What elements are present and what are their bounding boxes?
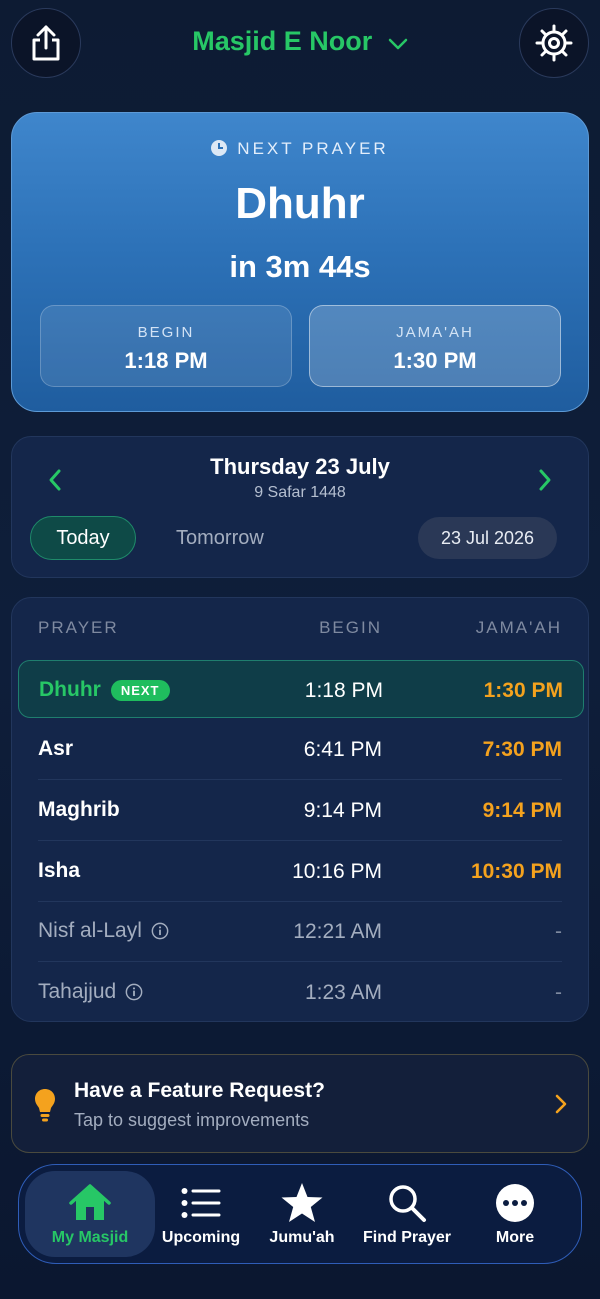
tab-label: Find Prayer: [362, 1229, 452, 1246]
masjid-name: Masjid E Noor: [192, 26, 373, 56]
feature-request-subtitle: Tap to suggest improvements: [74, 1110, 310, 1130]
begin-time: 9:14 PM: [303, 799, 382, 822]
date-picker-button[interactable]: 23 Jul 2026: [418, 517, 557, 559]
begin-time: 1:18 PM: [304, 679, 383, 702]
header-jamaah: JAMA'AH: [475, 618, 562, 637]
star-icon: [281, 1183, 323, 1222]
tab-label: Jumu'ah: [269, 1229, 335, 1246]
table-row[interactable]: Maghrib 9:14 PM 9:14 PM: [12, 781, 588, 841]
jamaah-time: 9:14 PM: [482, 799, 562, 822]
next-prayer-label: NEXT PRAYER: [237, 139, 389, 158]
masjid-selector[interactable]: Masjid E Noor: [0, 26, 600, 58]
tab-bar: My Masjid Upcoming Jumu'ah Find Prayer M…: [18, 1164, 582, 1264]
table-header: PRAYER BEGIN JAMA'AH: [12, 618, 588, 640]
feature-request-title: Have a Feature Request?: [74, 1079, 325, 1102]
feature-request-card[interactable]: Have a Feature Request? Tap to suggest i…: [11, 1054, 589, 1153]
jamaah-time: 7:30 PM: [482, 738, 562, 761]
jamaah-time: 1:30 PM: [483, 679, 563, 702]
home-icon: [69, 1184, 111, 1220]
next-prayer-name: Dhuhr: [235, 179, 365, 228]
begin-time: 1:18 PM: [124, 348, 208, 373]
prayer-name: Nisf al-Layl: [38, 919, 142, 942]
info-icon[interactable]: [151, 922, 169, 940]
list-icon: [181, 1188, 221, 1218]
prayer-times-table: PRAYER BEGIN JAMA'AH Dhuhr NEXT 1:18 PM …: [11, 597, 589, 1022]
tab-label: More: [495, 1229, 535, 1246]
table-row[interactable]: Nisf al-Layl 12:21 AM -: [12, 902, 588, 962]
prayer-name: Isha: [38, 859, 81, 882]
tab-my-masjid[interactable]: My Masjid: [25, 1171, 155, 1257]
today-button[interactable]: Today: [30, 516, 136, 560]
hijri-date: 9 Safar 1448: [254, 484, 346, 501]
begin-label: BEGIN: [137, 324, 195, 341]
table-row[interactable]: Dhuhr NEXT 1:18 PM 1:30 PM: [18, 660, 584, 718]
jamaah-time-box: JAMA'AH 1:30 PM: [309, 305, 561, 387]
tab-label: Upcoming: [161, 1229, 241, 1246]
begin-time: 6:41 PM: [303, 738, 382, 761]
next-day-button[interactable]: [530, 465, 560, 495]
prayer-name: Tahajjud: [38, 980, 117, 1003]
jamaah-time: -: [555, 920, 562, 943]
chevron-down-icon: [388, 27, 408, 58]
prayer-name: Maghrib: [38, 798, 120, 821]
begin-time: 10:16 PM: [292, 860, 382, 883]
more-icon: [496, 1184, 534, 1222]
tomorrow-button[interactable]: Tomorrow: [176, 516, 264, 560]
tab-find-prayer[interactable]: Find Prayer: [355, 1171, 459, 1257]
next-prayer-card: NEXT PRAYER Dhuhr in 3m 44s BEGIN 1:18 P…: [11, 112, 589, 412]
header-prayer: PRAYER: [38, 618, 119, 637]
table-row[interactable]: Tahajjud 1:23 AM -: [12, 963, 588, 1023]
next-prayer-countdown: in 3m 44s: [229, 249, 371, 284]
gear-icon: [535, 24, 573, 62]
date-navigator: Thursday 23 July 9 Safar 1448 Today Tomo…: [11, 436, 589, 578]
search-icon: [389, 1185, 426, 1222]
gregorian-date: Thursday 23 July: [210, 454, 390, 479]
chevron-right-icon: [539, 469, 551, 491]
header-begin: BEGIN: [319, 618, 382, 637]
settings-button[interactable]: [519, 8, 589, 78]
next-badge: NEXT: [110, 679, 170, 701]
chevron-right-icon: [555, 1094, 567, 1114]
begin-time: 12:21 AM: [293, 920, 382, 943]
table-row[interactable]: Isha 10:16 PM 10:30 PM: [12, 842, 588, 902]
tab-more[interactable]: More: [463, 1171, 567, 1257]
tab-jumuah[interactable]: Jumu'ah: [250, 1171, 354, 1257]
tab-label: My Masjid: [51, 1229, 129, 1246]
prayer-name: Asr: [38, 737, 74, 760]
begin-time-box: BEGIN 1:18 PM: [40, 305, 292, 387]
table-row[interactable]: Asr 6:41 PM 7:30 PM: [12, 720, 588, 780]
lightbulb-icon: [35, 1089, 55, 1122]
jamaah-time: 1:30 PM: [393, 348, 477, 373]
info-icon[interactable]: [125, 983, 143, 1001]
clock-icon: [211, 140, 228, 156]
begin-time: 1:23 AM: [304, 981, 382, 1004]
prayer-name: Dhuhr: [39, 678, 101, 701]
jamaah-label: JAMA'AH: [396, 324, 474, 341]
jamaah-time: 10:30 PM: [470, 860, 562, 883]
jamaah-time: -: [555, 981, 562, 1004]
tab-upcoming[interactable]: Upcoming: [149, 1171, 253, 1257]
